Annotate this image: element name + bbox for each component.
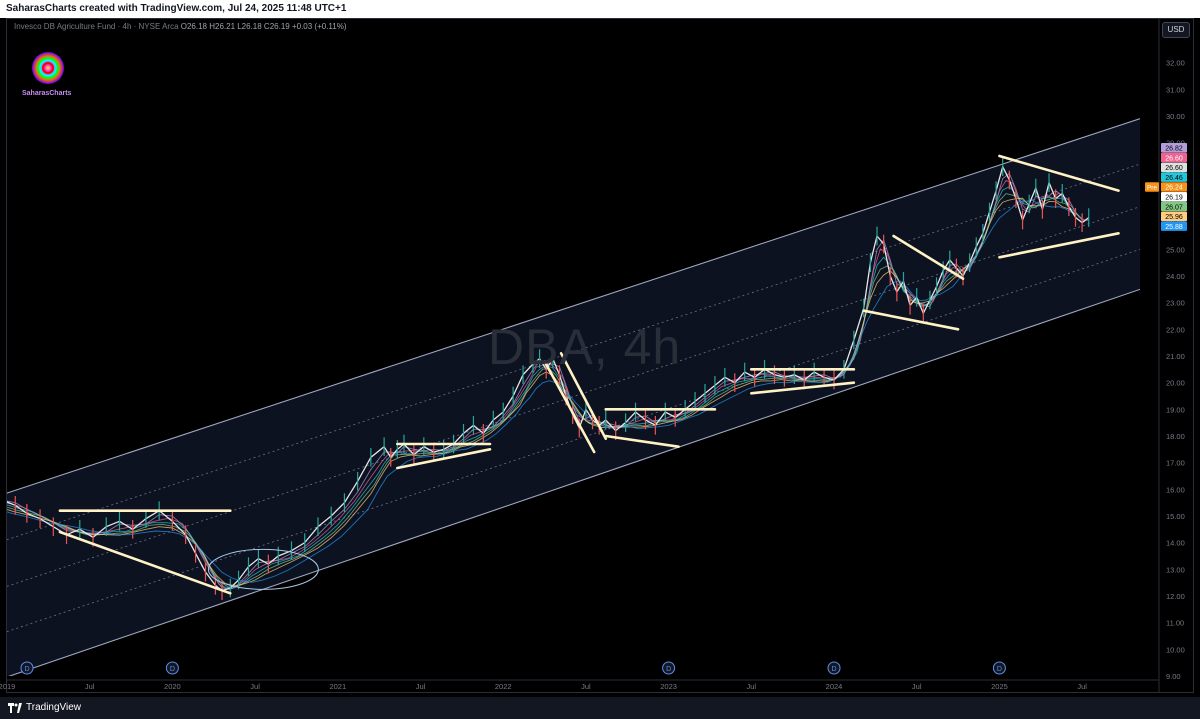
price-label-value: 25.88 xyxy=(1165,224,1183,231)
y-tick-label: 31.00 xyxy=(1166,85,1185,94)
y-tick-label: 14.00 xyxy=(1166,539,1185,548)
price-label-value: 26.07 xyxy=(1165,204,1183,211)
footer-bar: TradingView xyxy=(0,697,1200,719)
symbol-legend: Invesco DB Agriculture Fund · 4h · NYSE … xyxy=(14,22,347,31)
symbol-title: Invesco DB Agriculture Fund · 4h · NYSE … xyxy=(14,22,179,31)
footer-brand: TradingView xyxy=(26,702,82,713)
logo-label: SaharasCharts xyxy=(22,90,72,97)
x-tick-label: 2024 xyxy=(826,682,843,691)
x-tick-label: 2023 xyxy=(660,682,677,691)
price-label-value: 26.60 xyxy=(1165,155,1183,162)
y-tick-label: 12.00 xyxy=(1166,592,1185,601)
y-tick-label: 23.00 xyxy=(1166,299,1185,308)
x-tick-label: 2020 xyxy=(164,682,181,691)
y-tick-label: 11.00 xyxy=(1166,619,1184,628)
currency-button[interactable]: USD xyxy=(1162,22,1190,38)
y-tick-label: 30.00 xyxy=(1166,112,1185,121)
trend-channel-fill xyxy=(7,118,1140,676)
price-label-value: 26.24 xyxy=(1165,185,1183,192)
x-tick-label: Jul xyxy=(747,682,757,691)
x-tick-label: Jul xyxy=(581,682,591,691)
y-tick-label: 20.00 xyxy=(1166,379,1185,388)
symbol-watermark: DBA, 4h xyxy=(488,319,682,375)
y-tick-label: 9.00 xyxy=(1166,672,1181,681)
y-tick-label: 21.00 xyxy=(1166,352,1185,361)
dividend-marker-label: D xyxy=(170,666,175,673)
dividend-marker-label: D xyxy=(997,666,1002,673)
price-label-value: 25.96 xyxy=(1165,214,1183,221)
x-tick-label: 2025 xyxy=(991,682,1008,691)
dividend-marker-label: D xyxy=(24,666,29,673)
x-tick-label: Jul xyxy=(912,682,922,691)
dividend-marker-label: D xyxy=(666,666,671,673)
y-tick-label: 18.00 xyxy=(1166,432,1185,441)
price-label-value: 26.19 xyxy=(1165,195,1183,202)
y-tick-label: 17.00 xyxy=(1166,459,1185,468)
y-tick-label: 13.00 xyxy=(1166,565,1185,574)
dividend-marker-label: D xyxy=(831,666,836,673)
price-label-value: 26.82 xyxy=(1165,146,1183,153)
y-tick-label: 24.00 xyxy=(1166,272,1185,281)
y-tick-label: 22.00 xyxy=(1166,325,1185,334)
y-tick-label: 25.00 xyxy=(1166,245,1185,254)
y-tick-label: 32.00 xyxy=(1166,59,1185,68)
ohlc-values: O26.18 H26.21 L26.18 C26.19 +0.03 (+0.11… xyxy=(180,22,347,31)
y-tick-label: 16.00 xyxy=(1166,485,1185,494)
x-tick-label: Jul xyxy=(250,682,260,691)
tradingview-logo-icon xyxy=(8,703,22,713)
x-tick-label: 2019 xyxy=(0,682,15,691)
x-tick-label: Jul xyxy=(1077,682,1087,691)
y-tick-label: 15.00 xyxy=(1166,512,1185,521)
pre-market-label: Pre xyxy=(1147,185,1158,192)
x-tick-label: Jul xyxy=(416,682,426,691)
x-tick-label: 2022 xyxy=(495,682,512,691)
y-tick-label: 10.00 xyxy=(1166,645,1185,654)
price-label-value: 26.46 xyxy=(1165,175,1183,182)
x-tick-label: Jul xyxy=(85,682,95,691)
x-tick-label: 2021 xyxy=(329,682,346,691)
price-label-value: 26.60 xyxy=(1165,165,1183,172)
y-tick-label: 19.00 xyxy=(1166,405,1185,414)
